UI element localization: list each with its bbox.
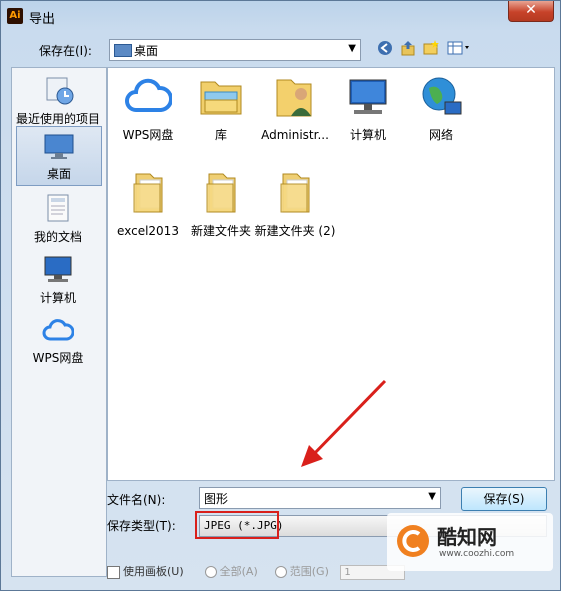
illustrator-app-icon: Ai [7, 8, 23, 24]
place-label: WPS网盘 [32, 351, 84, 365]
all-label: 全部(A) [219, 565, 258, 578]
annotation-arrow [301, 379, 387, 467]
folder-icon [133, 173, 163, 213]
file-label: 新建文件夹 (2) [254, 224, 336, 238]
library-icon [200, 81, 242, 115]
filename-label: 文件名(N): [107, 493, 166, 507]
place-wps-cloud[interactable]: WPS网盘 [16, 311, 100, 369]
place-label: 计算机 [39, 291, 76, 305]
export-options: 使用画板(U) 全部(A) 范围(G) 1 [107, 563, 406, 580]
range-radio[interactable] [274, 566, 287, 578]
export-dialog: Ai 导出 ✕ 保存在(I): 桌面 ▼ 最近使用的项目 桌面 我的文档 计算机… [0, 0, 561, 591]
close-button[interactable]: ✕ [508, 1, 554, 22]
filetype-highlight [195, 511, 279, 539]
cloud-icon [125, 78, 172, 112]
up-folder-icon[interactable] [399, 40, 417, 58]
chevron-down-icon: ▼ [428, 491, 436, 502]
range-label: 范围(G) [289, 565, 329, 578]
place-label: 桌面 [46, 167, 71, 181]
file-list: WPS网盘 库 Administr... 计算机 网络 excel2013 新建… [107, 67, 555, 481]
save-in-label: 保存在(I): [39, 44, 92, 58]
network-icon [422, 77, 462, 115]
file-label: 网络 [428, 128, 453, 142]
desktop-icon [114, 44, 132, 57]
chevron-down-icon: ▼ [348, 43, 356, 54]
folder-icon [206, 173, 236, 213]
file-item-new-folder-2[interactable]: 新建文件夹 (2) [255, 168, 335, 248]
save-button[interactable]: 保存(S) [461, 487, 547, 511]
place-desktop[interactable]: 桌面 [16, 126, 102, 186]
place-documents[interactable]: 我的文档 [16, 190, 100, 248]
watermark-logo-icon [397, 525, 429, 557]
place-label: 我的文档 [33, 230, 82, 244]
file-item-library[interactable]: 库 [186, 72, 256, 152]
user-folder-icon [276, 79, 312, 117]
desktop-icon [44, 134, 74, 159]
window-title: 导出 [29, 12, 56, 27]
place-label: 最近使用的项目 [16, 112, 101, 126]
folder-icon [280, 173, 310, 213]
recent-icon [46, 77, 74, 105]
cloud-icon [42, 319, 74, 341]
file-item-excel2013[interactable]: excel2013 [113, 168, 183, 248]
place-computer[interactable]: 计算机 [16, 251, 100, 309]
new-folder-icon[interactable] [422, 40, 440, 58]
use-artboards-checkbox[interactable] [107, 565, 120, 579]
location-dropdown[interactable]: 桌面 ▼ [109, 39, 361, 61]
place-recent[interactable]: 最近使用的项目 [16, 72, 100, 130]
file-item-wps-cloud[interactable]: WPS网盘 [113, 72, 183, 152]
watermark-url: www.coozhi.com [439, 549, 515, 559]
file-item-computer[interactable]: 计算机 [333, 72, 403, 152]
file-item-administrator[interactable]: Administr... [260, 72, 330, 152]
file-item-network[interactable]: 网络 [406, 72, 476, 152]
documents-icon [47, 194, 69, 222]
computer-icon [44, 256, 72, 282]
view-menu-icon[interactable] [446, 40, 472, 58]
file-item-new-folder[interactable]: 新建文件夹 [186, 168, 256, 248]
use-artboards-label: 使用画板(U) [123, 565, 184, 578]
computer-icon [349, 79, 387, 114]
watermark: 酷知网 www.coozhi.com [387, 513, 553, 571]
places-bar: 最近使用的项目 桌面 我的文档 计算机 WPS网盘 [11, 67, 107, 577]
all-radio[interactable] [204, 566, 217, 578]
filename-value: 图形 [204, 492, 229, 506]
back-icon[interactable] [376, 40, 394, 58]
title-bar: Ai 导出 ✕ [1, 1, 560, 31]
location-value: 桌面 [134, 44, 159, 58]
filename-input[interactable]: 图形 ▼ [199, 487, 441, 509]
watermark-brand: 酷知网 [437, 525, 497, 549]
filetype-label: 保存类型(T): [107, 519, 176, 533]
